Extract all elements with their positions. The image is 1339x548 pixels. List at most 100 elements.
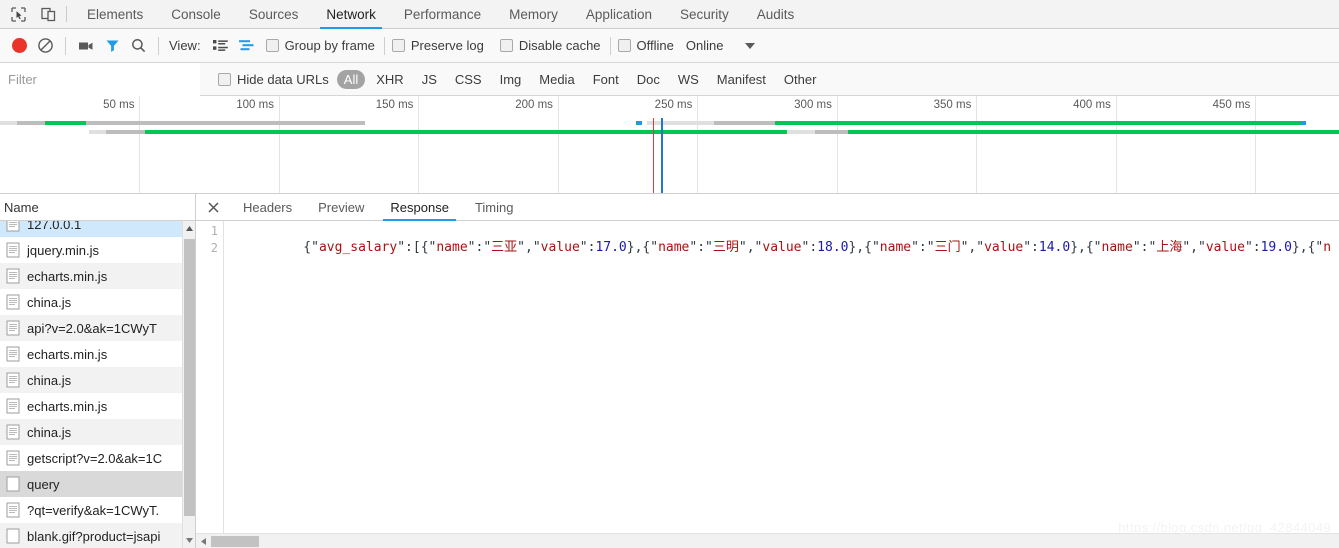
response-body-text: {"avg_salary":[{"name":"三亚","value":17.0… [225, 221, 1339, 548]
request-row[interactable]: china.js [0, 289, 182, 315]
filter-type-media[interactable]: Media [532, 70, 581, 89]
response-horizontal-scrollbar[interactable] [196, 533, 1339, 548]
script-icon [6, 320, 20, 336]
filter-type-xhr[interactable]: XHR [369, 70, 410, 89]
filter-type-js[interactable]: JS [415, 70, 444, 89]
filter-type-all[interactable]: All [336, 69, 366, 89]
json-token-num: 18.0 [817, 240, 849, 255]
load-event-line [661, 118, 663, 193]
group-by-frame-label: Group by frame [284, 38, 375, 53]
filter-type-doc[interactable]: Doc [630, 70, 667, 89]
tab-performance[interactable]: Performance [390, 0, 495, 29]
request-row[interactable]: china.js [0, 419, 182, 445]
scroll-down-arrow-icon[interactable] [183, 533, 195, 548]
request-row[interactable]: echarts.min.js [0, 341, 182, 367]
tab-network[interactable]: Network [312, 0, 390, 29]
filter-type-other[interactable]: Other [777, 70, 824, 89]
filter-type-img[interactable]: Img [493, 70, 529, 89]
scrollbar-thumb[interactable] [211, 536, 259, 547]
toolbar-divider-3 [383, 36, 385, 55]
tab-console[interactable]: Console [157, 0, 235, 29]
detail-tab-preview[interactable]: Preview [305, 194, 377, 221]
json-token-punc: },{" [848, 240, 880, 255]
xhr-icon [6, 476, 20, 492]
json-token-key: value [540, 240, 580, 255]
tab-memory[interactable]: Memory [495, 0, 572, 29]
checkbox-box [499, 39, 513, 52]
waterfall-view-icon [238, 40, 254, 51]
request-row[interactable]: echarts.min.js [0, 263, 182, 289]
checkbox-box [617, 39, 631, 52]
offline-checkbox[interactable]: Offline [617, 38, 674, 53]
request-row[interactable]: query [0, 471, 182, 497]
json-token-str: 三明 [712, 240, 739, 255]
tab-sources[interactable]: Sources [235, 0, 313, 29]
close-detail-button[interactable] [196, 201, 230, 214]
request-row[interactable]: 127.0.0.1 [0, 221, 182, 237]
request-row[interactable]: echarts.min.js [0, 393, 182, 419]
timeline-gridline [139, 96, 141, 193]
detail-tab-timing[interactable]: Timing [462, 194, 527, 221]
timeline-tick-label: 100 ms [236, 99, 274, 111]
waterfall-view-button[interactable] [234, 33, 260, 59]
device-toolbar-icon[interactable] [38, 4, 58, 24]
record-button[interactable] [6, 33, 32, 59]
timeline-segment-waiting [714, 121, 776, 125]
script-icon [6, 268, 20, 284]
detail-tab-response[interactable]: Response [377, 194, 462, 221]
scroll-left-arrow-icon[interactable] [196, 534, 211, 548]
filter-type-manifest[interactable]: Manifest [710, 70, 773, 89]
inspect-element-icon[interactable] [8, 4, 28, 24]
clear-button[interactable] [32, 33, 58, 59]
json-token-punc: ": [1023, 240, 1039, 255]
script-icon [6, 346, 20, 362]
filter-type-font[interactable]: Font [586, 70, 626, 89]
timeline-tick-label: 250 ms [654, 99, 693, 111]
request-row[interactable]: jquery.min.js [0, 237, 182, 263]
timeline-segment-download [848, 130, 1339, 134]
search-button[interactable] [125, 33, 151, 59]
magnifier-icon [131, 39, 145, 53]
line-number-gutter: 12 [196, 221, 224, 548]
tab-audits[interactable]: Audits [743, 0, 809, 29]
request-row[interactable]: getscript?v=2.0&ak=1C [0, 445, 182, 471]
json-token-punc: ":" [911, 240, 935, 255]
filter-input[interactable] [0, 62, 200, 96]
request-row[interactable]: china.js [0, 367, 182, 393]
request-name: china.js [27, 372, 72, 388]
json-token-key: value [1205, 240, 1245, 255]
timeline-segment-waiting [16, 121, 45, 125]
dock-icon-group [0, 4, 64, 24]
disable-cache-checkbox[interactable]: Disable cache [499, 38, 601, 53]
tab-elements[interactable]: Elements [73, 0, 157, 29]
capture-screenshots-button[interactable] [73, 33, 99, 59]
json-token-key: name [436, 240, 468, 255]
request-row[interactable]: blank.gif?product=jsapi [0, 523, 182, 548]
hide-data-urls-checkbox[interactable]: Hide data URLs [218, 72, 329, 87]
throttling-select[interactable]: Online [686, 38, 756, 53]
detail-tab-headers[interactable]: Headers [230, 194, 305, 221]
scrollbar-thumb[interactable] [184, 239, 195, 516]
tab-application[interactable]: Application [572, 0, 666, 29]
json-token-punc: ":" [689, 240, 713, 255]
timeline-request-bar [636, 121, 642, 125]
scroll-up-arrow-icon[interactable] [183, 221, 195, 236]
timeline-request-bar [786, 130, 1339, 134]
request-row[interactable]: ?qt=verify&ak=1CWyT. [0, 497, 182, 523]
script-icon [6, 502, 20, 518]
network-overview-timeline[interactable]: 50 ms 100 ms 150 ms 200 ms 250 ms 300 ms 350 m… [0, 96, 1339, 194]
json-token-punc: {" [303, 240, 319, 255]
list-view-button[interactable] [208, 33, 234, 59]
timeline-tick-label: 350 ms [933, 99, 972, 111]
filter-toggle-button[interactable] [99, 33, 125, 59]
request-row[interactable]: api?v=2.0&ak=1CWyT [0, 315, 182, 341]
name-column-header[interactable]: Name [0, 194, 195, 221]
tab-security[interactable]: Security [666, 0, 743, 29]
group-by-frame-checkbox[interactable]: Group by frame [265, 38, 375, 53]
request-list-scrollbar[interactable] [182, 221, 195, 548]
filter-type-ws[interactable]: WS [671, 70, 706, 89]
preserve-log-checkbox[interactable]: Preserve log [391, 38, 484, 53]
response-body-viewer[interactable]: 12 {"avg_salary":[{"name":"三亚","value":1… [196, 221, 1339, 548]
filter-type-css[interactable]: CSS [448, 70, 489, 89]
json-token-key: avg_salary [318, 240, 398, 255]
